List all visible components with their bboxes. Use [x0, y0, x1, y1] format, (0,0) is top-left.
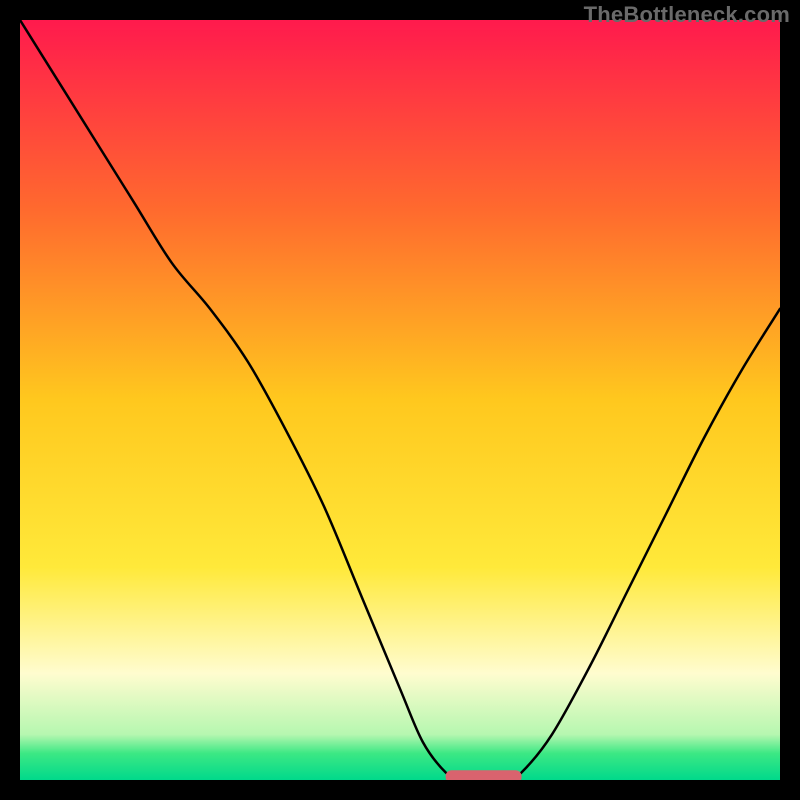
chart-background	[20, 20, 780, 780]
attribution-label: TheBottleneck.com	[584, 2, 790, 28]
bottleneck-marker	[446, 770, 522, 780]
bottleneck-chart	[20, 20, 780, 780]
